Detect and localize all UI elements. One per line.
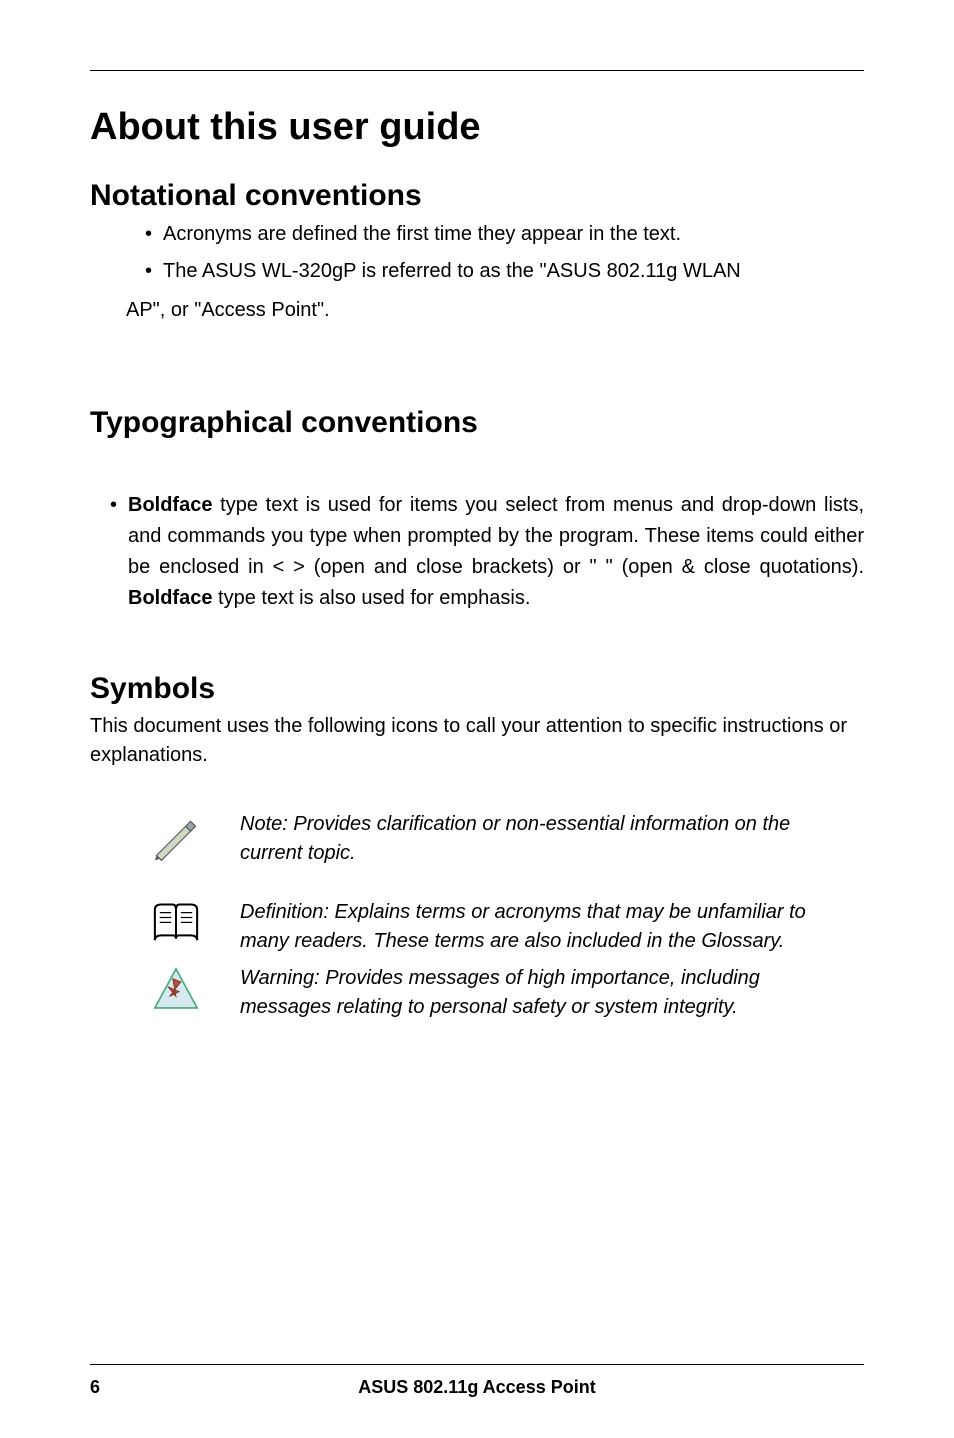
definition-icon [150, 898, 240, 950]
page-footer: 6 ASUS 802.11g Access Point [90, 1364, 864, 1398]
notational-list: • Acronyms are defined the first time th… [90, 219, 864, 287]
symbol-text-warning: Warning: Provides messages of high impor… [240, 964, 864, 1022]
list-item-text: Boldface type text is used for items you… [128, 490, 864, 614]
text-span: type text is also used for emphasis. [212, 587, 530, 609]
typographical-heading: Typographical conventions [90, 406, 864, 440]
symbol-row-definition: Definition: Explains terms or acronyms t… [90, 898, 864, 956]
symbol-row-note: Note: Provides clarification or non-esse… [90, 810, 864, 868]
list-item: • Acronyms are defined the first time th… [145, 219, 864, 250]
top-horizontal-rule [90, 70, 864, 71]
boldface-word: Boldface [128, 587, 212, 609]
bullet-icon: • [145, 256, 163, 287]
page-title: About this user guide [90, 106, 864, 149]
bullet-icon: • [110, 490, 128, 614]
bullet-icon: • [145, 219, 163, 250]
notational-heading: Notational conventions [90, 179, 864, 213]
page-number: 6 [90, 1377, 130, 1398]
footer-title: ASUS 802.11g Access Point [130, 1377, 824, 1398]
list-item: • Boldface type text is used for items y… [110, 490, 864, 614]
text-span: type text is used for items you select f… [128, 494, 864, 578]
list-item-text: Acronyms are defined the first time they… [163, 219, 864, 250]
symbol-text-definition: Definition: Explains terms or acronyms t… [240, 898, 864, 956]
list-item: • The ASUS WL-320gP is referred to as th… [145, 256, 864, 287]
symbol-row-warning: Warning: Provides messages of high impor… [90, 964, 864, 1022]
warning-icon [150, 964, 240, 1016]
symbols-heading: Symbols [90, 672, 864, 706]
list-item-text: The ASUS WL-320gP is referred to as the … [163, 256, 864, 287]
typographical-list: • Boldface type text is used for items y… [90, 490, 864, 614]
boldface-word: Boldface [128, 494, 212, 516]
symbol-text-note: Note: Provides clarification or non-esse… [240, 810, 864, 868]
list-item-continuation: AP", or "Access Point". [90, 295, 864, 326]
symbols-intro-text: This document uses the following icons t… [90, 712, 864, 770]
note-icon [150, 810, 240, 862]
